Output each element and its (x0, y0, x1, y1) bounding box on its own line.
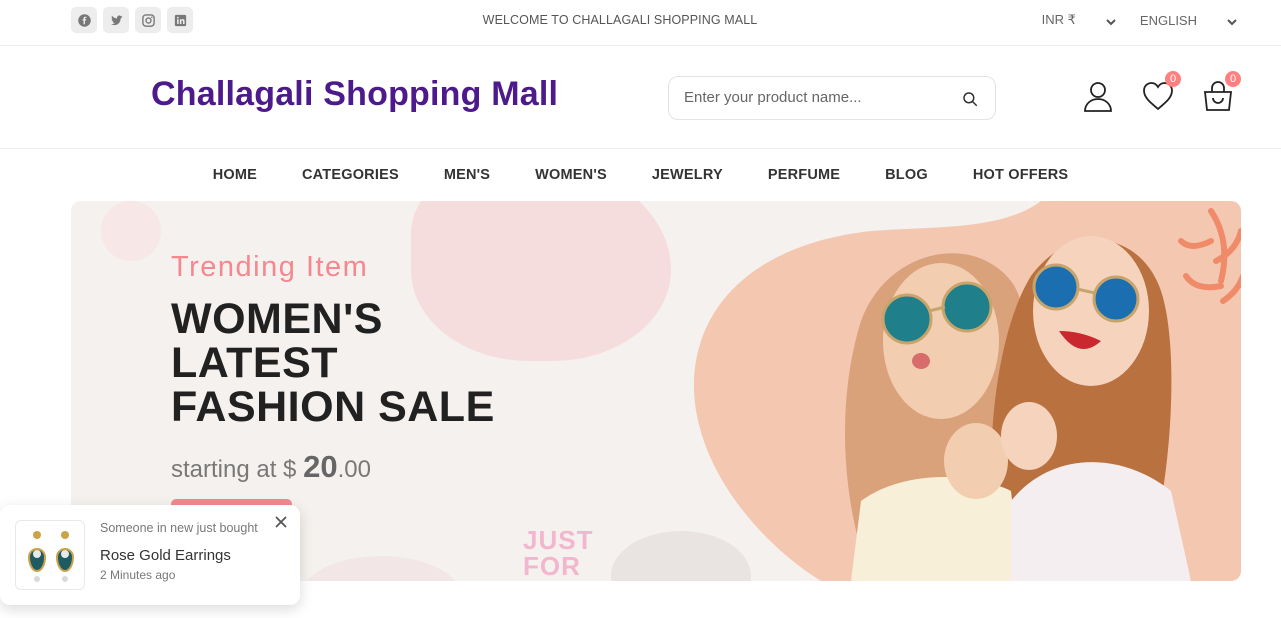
wishlist-button[interactable]: 0 (1141, 71, 1181, 113)
banner-price: starting at $ 20.00 (171, 449, 371, 485)
top-bar: WELCOME TO CHALLAGALI SHOPPING MALL INR … (0, 0, 1281, 46)
wishlist-count-badge: 0 (1165, 71, 1181, 87)
notification-product[interactable]: Rose Gold Earrings (100, 547, 231, 564)
price-prefix: starting at $ (171, 456, 297, 483)
purchase-notification[interactable]: Someone in new just bought Rose Gold Ear… (0, 505, 300, 605)
cart-button[interactable]: 0 (1201, 71, 1241, 113)
nav-blog[interactable]: BLOG (885, 167, 928, 200)
currency-select[interactable]: INR ₹ (1042, 12, 1116, 28)
hero-image (693, 201, 1241, 581)
nav-jewelry[interactable]: JEWELRY (652, 167, 723, 200)
user-icon[interactable] (1081, 79, 1115, 113)
product-thumbnail[interactable] (15, 520, 85, 590)
notification-message: Someone in new just bought (100, 521, 258, 535)
earrings-icon (27, 531, 75, 582)
notification-time: 2 Minutes ago (100, 568, 176, 582)
decor-shape (101, 201, 161, 261)
banner-headline: WOMEN'S LATEST FASHION SALE (171, 297, 495, 429)
site-logo[interactable]: Challagali Shopping Mall (151, 75, 558, 114)
nav-mens[interactable]: MEN'S (444, 167, 490, 200)
nav-womens[interactable]: WOMEN'S (535, 167, 607, 200)
nav-hot-offers[interactable]: HOT OFFERS (973, 167, 1068, 200)
banner-subtitle: Trending Item (171, 251, 369, 283)
chevron-down-icon (1227, 15, 1237, 26)
sticker-line: FOR (523, 551, 581, 581)
welcome-text: WELCOME TO CHALLAGALI SHOPPING MALL (482, 13, 758, 27)
currency-value: INR ₹ (1041, 12, 1076, 27)
search-bar (668, 76, 996, 120)
price-cents: .00 (337, 456, 371, 483)
language-select[interactable]: ENGLISH (1140, 12, 1237, 28)
nav-home[interactable]: HOME (213, 167, 257, 200)
sticker-text: JUST FOR (523, 527, 593, 579)
search-icon[interactable] (961, 90, 979, 108)
sticker-line: JUST (523, 525, 594, 555)
preferences: INR ₹ ENGLISH (1042, 12, 1237, 28)
decor-shape (301, 556, 461, 581)
nav-categories[interactable]: CATEGORIES (302, 167, 399, 200)
cart-count-badge: 0 (1225, 71, 1241, 87)
main-nav: HOME CATEGORIES MEN'S WOMEN'S JEWELRY PE… (0, 150, 1281, 200)
nav-perfume[interactable]: PERFUME (768, 167, 840, 200)
headline-line: LATEST (171, 339, 339, 387)
language-value: ENGLISH (1139, 12, 1197, 28)
main-header: Challagali Shopping Mall 0 0 (0, 47, 1281, 149)
price-whole: 20 (303, 449, 338, 484)
close-icon[interactable] (274, 515, 288, 529)
headline-line: FASHION SALE (171, 383, 495, 431)
chevron-down-icon (1106, 15, 1116, 26)
search-input[interactable] (684, 89, 954, 106)
headline-line: WOMEN'S (171, 295, 383, 343)
